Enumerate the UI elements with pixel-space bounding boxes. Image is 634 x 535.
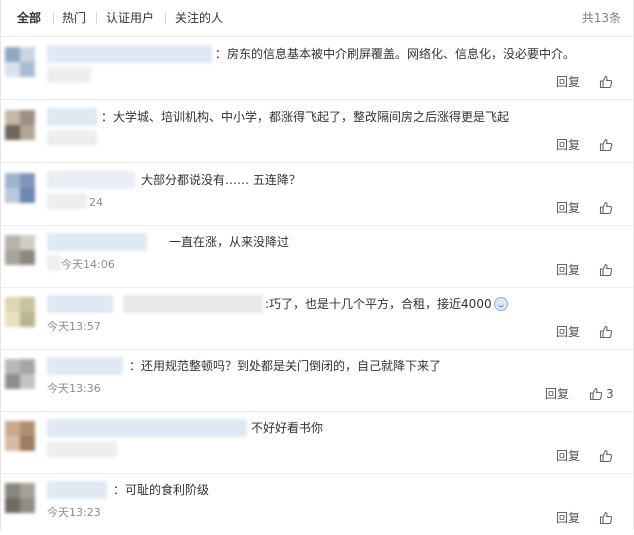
like-button[interactable] <box>599 200 613 215</box>
username-redacted[interactable] <box>47 419 247 437</box>
reply-button[interactable]: 回复 <box>556 138 580 152</box>
tab-divider <box>96 12 97 24</box>
comment-item: 大部分都说没有…… 五连降？ 24 回复 <box>1 163 633 226</box>
username-redacted <box>47 441 117 457</box>
comment-time: 今天13:23 <box>47 506 101 519</box>
like-button[interactable] <box>599 448 613 463</box>
reply-button[interactable]: 回复 <box>556 449 580 463</box>
username-redacted[interactable] <box>47 233 147 251</box>
thumbs-up-icon <box>599 325 613 338</box>
comment-item: ：可耻的食利阶级 今天13:23 回复 <box>1 473 633 535</box>
comment-text: ：大学城、培训机构、中小学，都涨得飞起了，整改隔间房之后涨得更是飞起 <box>101 110 510 124</box>
reply-button[interactable]: 回复 <box>556 263 580 277</box>
smiley-emoji-icon <box>493 297 508 311</box>
avatar[interactable] <box>5 173 35 203</box>
comment-time: 今天13:57 <box>47 320 101 333</box>
tab-following[interactable]: 关注的人 <box>175 11 223 25</box>
like-button[interactable] <box>599 262 613 277</box>
thumbs-up-icon <box>599 263 613 276</box>
comment-text: 大部分都说没有…… 五连降？ <box>141 173 301 187</box>
username-redacted <box>47 67 91 83</box>
comment-filter-tabs: 全部 热门 认证用户 关注的人 共13条 <box>1 0 633 37</box>
avatar[interactable] <box>5 47 35 77</box>
thumbs-up-icon <box>599 511 613 524</box>
reply-button[interactable]: 回复 <box>556 201 580 215</box>
like-button[interactable] <box>599 324 613 339</box>
tab-all[interactable]: 全部 <box>17 11 41 25</box>
total-comment-count: 共13条 <box>581 11 621 25</box>
avatar[interactable] <box>5 483 35 513</box>
comment-text: 一直在涨，从来没降过 <box>169 235 290 249</box>
avatar[interactable] <box>5 359 35 389</box>
comment-time: 24 <box>89 196 103 209</box>
avatar[interactable] <box>5 110 35 140</box>
username-redacted <box>47 130 97 146</box>
thumbs-up-icon <box>599 201 613 214</box>
like-button[interactable] <box>599 137 613 152</box>
comment-item: 不好好看书你 回复 <box>1 411 633 474</box>
username-redacted <box>47 193 87 209</box>
comment-text: ：还用规范整顿吗？到处都是关门倒闭的，自己就降下来了 <box>129 359 442 373</box>
comment-text: ：房东的信息基本被中介刷屏覆盖。网络化、信息化，没必要中介。 <box>215 47 576 61</box>
thumbs-up-icon <box>599 138 613 151</box>
username-redacted <box>123 295 263 313</box>
comment-item: :巧了，也是十几个平方，合租，接近4000 今天13:57 回复 <box>1 287 633 350</box>
tab-divider <box>53 12 54 24</box>
comment-item: ：大学城、培训机构、中小学，都涨得飞起了，整改隔间房之后涨得更是飞起 回复 <box>1 100 633 163</box>
like-count: 3 <box>606 386 614 401</box>
username-redacted[interactable] <box>47 45 212 63</box>
avatar[interactable] <box>5 235 35 265</box>
reply-button[interactable]: 回复 <box>556 325 580 339</box>
tab-hot[interactable]: 热门 <box>62 11 86 25</box>
thumbs-up-icon <box>589 387 603 400</box>
reply-button[interactable]: 回复 <box>545 387 569 401</box>
username-redacted[interactable] <box>47 357 123 375</box>
username-redacted[interactable] <box>47 108 97 126</box>
username-redacted[interactable] <box>47 295 113 313</box>
comment-text: 不好好看书你 <box>251 421 324 435</box>
like-button[interactable]: 3 <box>589 386 614 401</box>
comment-item: 一直在涨，从来没降过 今天14:06 回复 <box>1 225 633 288</box>
comment-item: ：还用规范整顿吗？到处都是关门倒闭的，自己就降下来了 今天13:36 回复 3 <box>1 349 633 412</box>
like-button[interactable] <box>599 74 613 89</box>
comment-time: 今天14:06 <box>61 258 115 271</box>
reply-button[interactable]: 回复 <box>556 511 580 525</box>
reply-button[interactable]: 回复 <box>556 75 580 89</box>
thumbs-up-icon <box>599 75 613 88</box>
username-redacted[interactable] <box>47 171 135 189</box>
comment-time: 今天13:36 <box>47 382 101 395</box>
username-redacted[interactable] <box>47 481 107 499</box>
comment-text: :巧了，也是十几个平方，合租，接近4000 <box>265 296 508 312</box>
thumbs-up-icon <box>599 449 613 462</box>
tab-divider <box>165 12 166 24</box>
username-redacted <box>47 255 61 271</box>
avatar[interactable] <box>5 421 35 451</box>
like-button[interactable] <box>599 510 613 525</box>
comment-text: ：可耻的食利阶级 <box>113 483 210 497</box>
avatar[interactable] <box>5 297 35 327</box>
tab-verified-users[interactable]: 认证用户 <box>106 11 154 25</box>
comment-item: ：房东的信息基本被中介刷屏覆盖。网络化、信息化，没必要中介。 回复 <box>1 37 633 100</box>
